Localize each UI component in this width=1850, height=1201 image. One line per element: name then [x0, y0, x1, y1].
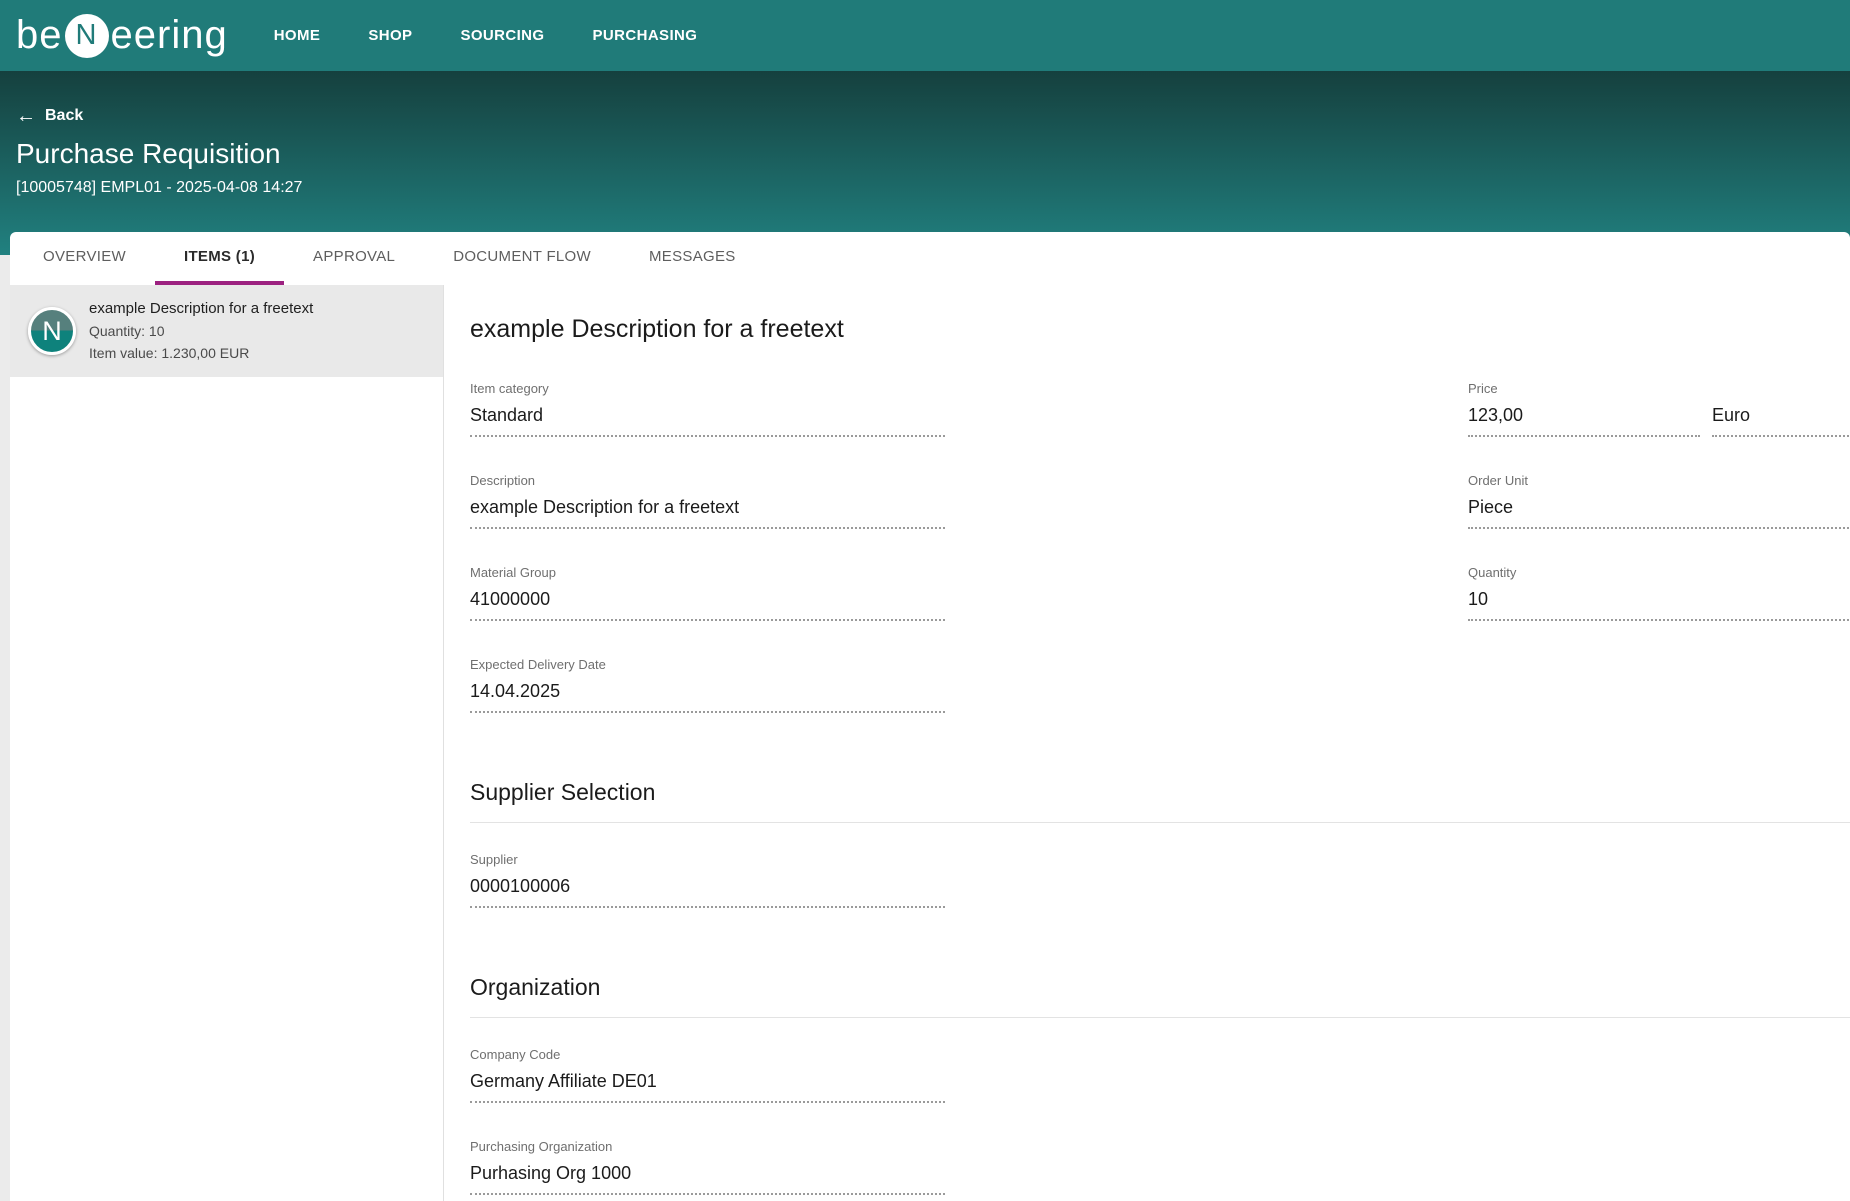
field-material-group: Material Group 41000000 — [470, 565, 945, 621]
field-supplier-label: Supplier — [470, 852, 945, 868]
field-purchasing-organization-value[interactable]: Purhasing Org 1000 — [470, 1155, 945, 1195]
brand-logo-prefix: be — [16, 13, 63, 58]
field-price-label: Price — [1468, 381, 1850, 397]
brand-logo[interactable]: be N eering — [16, 13, 228, 58]
list-item-quantity: Quantity: 10 — [89, 320, 313, 342]
nav-item-home[interactable]: HOME — [274, 27, 321, 44]
field-expected-delivery-date-label: Expected Delivery Date — [470, 657, 945, 673]
supplier-selection-fields: Supplier 0000100006 — [470, 852, 945, 908]
organization-title: Organization — [470, 972, 1850, 1018]
list-item-text: example Description for a freetext Quant… — [89, 298, 313, 364]
field-item-category-label: Item category — [470, 381, 945, 397]
item-detail-panel: example Description for a freetext Item … — [444, 285, 1850, 1201]
field-order-unit-value[interactable]: Piece — [1468, 489, 1850, 529]
list-item[interactable]: N example Description for a freetext Qua… — [10, 285, 443, 377]
field-price-currency[interactable]: Euro — [1712, 397, 1850, 437]
field-description: Description example Description for a fr… — [470, 473, 945, 529]
field-quantity-label: Quantity — [1468, 565, 1850, 581]
nav-item-shop[interactable]: SHOP — [368, 27, 412, 44]
price-row: 123,00 Euro — [1468, 397, 1850, 437]
list-item-value: Item value: 1.230,00 EUR — [89, 342, 313, 364]
field-expected-delivery-date: Expected Delivery Date 14.04.2025 — [470, 657, 945, 713]
nav-item-purchasing[interactable]: PURCHASING — [592, 27, 697, 44]
item-fields: Item category Standard Price 123,00 Euro… — [470, 381, 1850, 749]
field-supplier-value[interactable]: 0000100006 — [470, 868, 945, 908]
page-header: ← Back Purchase Requisition [10005748] E… — [0, 71, 1850, 255]
field-supplier: Supplier 0000100006 — [470, 852, 945, 908]
field-description-value[interactable]: example Description for a freetext — [470, 489, 945, 529]
page-subtitle: [10005748] EMPL01 - 2025-04-08 14:27 — [16, 179, 1850, 197]
field-price: Price 123,00 Euro — [1468, 381, 1850, 437]
field-purchasing-organization: Purchasing Organization Purhasing Org 10… — [470, 1139, 945, 1195]
supplier-selection-section: Supplier Selection Supplier 0000100006 — [470, 777, 1850, 908]
field-order-unit: Order Unit Piece — [1468, 473, 1850, 529]
tab-overview[interactable]: OVERVIEW — [14, 232, 155, 285]
field-material-group-label: Material Group — [470, 565, 945, 581]
nav-item-sourcing[interactable]: SOURCING — [460, 27, 544, 44]
field-item-category: Item category Standard — [470, 381, 945, 437]
item-avatar-icon: N — [28, 307, 76, 355]
tab-approval[interactable]: APPROVAL — [284, 232, 424, 285]
tab-document-flow[interactable]: DOCUMENT FLOW — [424, 232, 620, 285]
field-material-group-value[interactable]: 41000000 — [470, 581, 945, 621]
item-list: N example Description for a freetext Qua… — [10, 285, 444, 1201]
list-item-title: example Description for a freetext — [89, 298, 313, 320]
organization-fields: Company Code Germany Affiliate DE01 Purc… — [470, 1047, 945, 1195]
field-quantity-value[interactable]: 10 — [1468, 581, 1850, 621]
field-price-value[interactable]: 123,00 — [1468, 397, 1700, 437]
field-description-label: Description — [470, 473, 945, 489]
page-title: Purchase Requisition — [16, 138, 1850, 170]
back-button-label: Back — [45, 107, 83, 125]
field-company-code-label: Company Code — [470, 1047, 945, 1063]
requisition-card: OVERVIEW ITEMS (1) APPROVAL DOCUMENT FLO… — [10, 232, 1850, 1201]
brand-logo-icon: N — [65, 14, 109, 58]
tab-items[interactable]: ITEMS (1) — [155, 232, 284, 285]
brand-logo-suffix: eering — [111, 13, 228, 58]
field-quantity: Quantity 10 — [1468, 565, 1850, 621]
back-button[interactable]: ← Back — [16, 107, 83, 125]
items-tab-content: N example Description for a freetext Qua… — [10, 285, 1850, 1201]
field-order-unit-label: Order Unit — [1468, 473, 1850, 489]
tab-messages[interactable]: MESSAGES — [620, 232, 765, 285]
field-purchasing-organization-label: Purchasing Organization — [470, 1139, 945, 1155]
back-arrow-icon: ← — [16, 108, 36, 124]
field-company-code-value[interactable]: Germany Affiliate DE01 — [470, 1063, 945, 1103]
main-menu: HOME SHOP SOURCING PURCHASING — [274, 27, 698, 44]
top-nav: be N eering HOME SHOP SOURCING PURCHASIN… — [0, 0, 1850, 71]
supplier-selection-title: Supplier Selection — [470, 777, 1850, 823]
field-expected-delivery-date-value[interactable]: 14.04.2025 — [470, 673, 945, 713]
field-company-code: Company Code Germany Affiliate DE01 — [470, 1047, 945, 1103]
tab-bar: OVERVIEW ITEMS (1) APPROVAL DOCUMENT FLO… — [10, 232, 1850, 285]
field-item-category-value[interactable]: Standard — [470, 397, 945, 437]
organization-section: Organization Company Code Germany Affili… — [470, 972, 1850, 1195]
item-title: example Description for a freetext — [470, 314, 1850, 345]
